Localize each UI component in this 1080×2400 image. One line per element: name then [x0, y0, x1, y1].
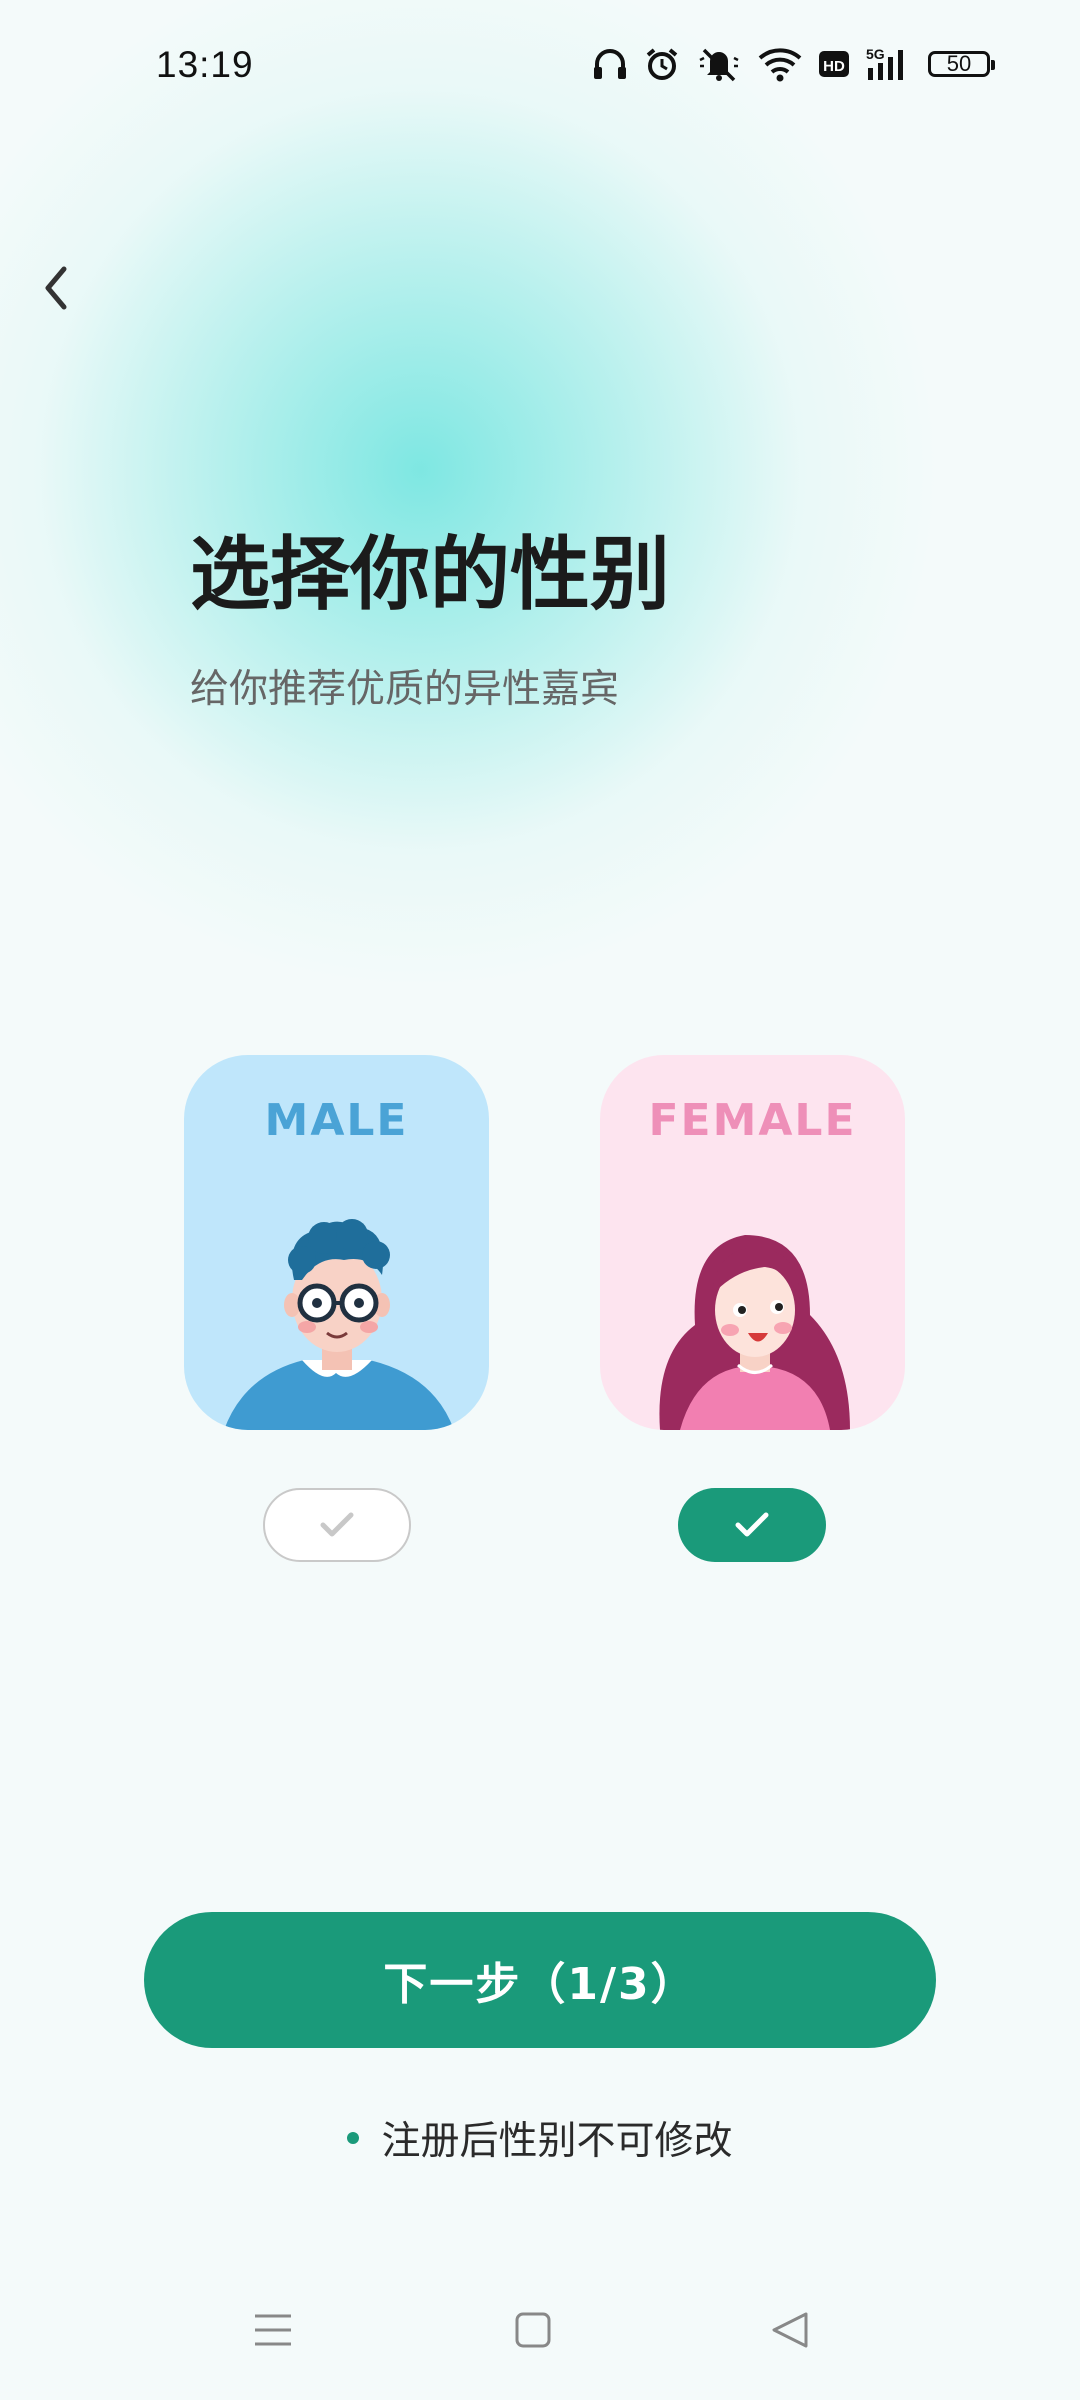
home-icon [515, 2312, 551, 2348]
chevron-left-icon [45, 266, 67, 310]
status-icons: HD 5G 50 [592, 46, 995, 82]
5g-signal-icon: 5G [866, 46, 903, 80]
notice-text: 注册后性别不可修改 [381, 2119, 733, 2164]
svg-text:5G: 5G [866, 46, 885, 62]
menu-icon [255, 2314, 291, 2346]
back-button[interactable] [30, 258, 80, 318]
battery-level: 50 [946, 51, 972, 76]
next-step-button[interactable]: 下一步（1/3） [144, 1912, 936, 2048]
check-icon [735, 1512, 769, 1537]
gender-notice: 注册后性别不可修改 [0, 2110, 1080, 2166]
nav-menu-button[interactable] [253, 2310, 293, 2354]
male-avatar-illustration [224, 1219, 454, 1430]
headphones-icon [594, 49, 626, 79]
female-avatar-illustration [659, 1235, 850, 1430]
female-select-toggle[interactable] [678, 1488, 826, 1562]
wifi-icon [758, 48, 802, 82]
nav-home-button[interactable] [513, 2310, 553, 2354]
hd-icon: HD [819, 51, 849, 77]
battery-icon: 50 [928, 51, 995, 77]
alarm-icon [646, 48, 678, 80]
bullet-dot [347, 2132, 360, 2144]
check-icon [320, 1512, 354, 1537]
status-time: 13:19 [156, 44, 254, 85]
nav-back-button[interactable] [770, 2310, 810, 2354]
status-bar: 13:19 HD 5G 50 [0, 0, 1080, 140]
system-nav-bar [0, 2290, 1080, 2380]
back-icon [772, 2312, 808, 2348]
male-select-toggle[interactable] [263, 1488, 411, 1562]
male-option-card[interactable]: MALE [184, 1055, 489, 1430]
mute-icon [699, 48, 739, 82]
svg-text:HD: HD [823, 58, 845, 75]
female-option-card[interactable]: FEMALE [600, 1055, 905, 1430]
page-title: 选择你的性别 [190, 527, 670, 621]
page-subtitle: 给你推荐优质的异性嘉宾 [190, 667, 620, 712]
